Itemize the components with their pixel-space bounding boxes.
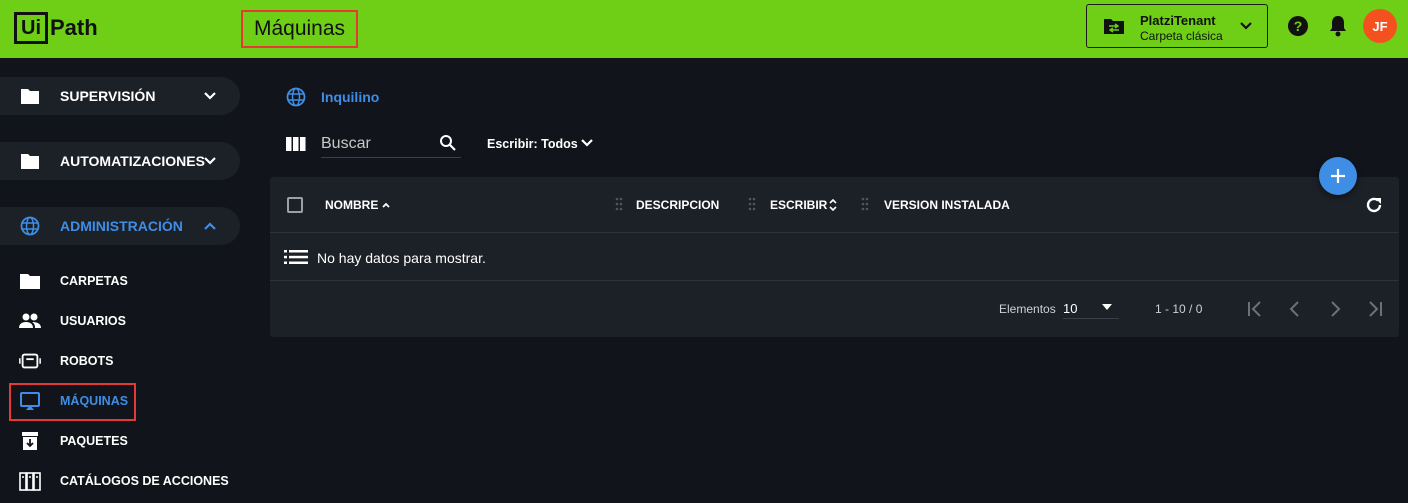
active-item-highlight [9, 383, 136, 421]
sidebar-item-label: CARPETAS [60, 274, 128, 288]
type-filter[interactable]: Escribir: Todos [487, 137, 578, 151]
sidebar-item-action-catalogs[interactable]: CATÁLOGOS DE ACCIONES [0, 466, 240, 496]
package-icon [22, 432, 38, 450]
globe-icon [286, 87, 306, 107]
user-avatar[interactable]: JF [1363, 9, 1397, 43]
sidebar-item-folders[interactable]: CARPETAS [0, 266, 240, 296]
list-icon [284, 250, 308, 264]
sidebar-item-label: ROBOTS [60, 354, 114, 368]
chevron-down-icon[interactable] [578, 134, 596, 152]
sidebar-item-robots[interactable]: ROBOTS [0, 346, 240, 376]
page-title-highlight: Máquinas [241, 10, 358, 48]
users-icon [19, 313, 41, 328]
svg-text:?: ? [1294, 18, 1303, 34]
sidebar-item-label: PAQUETES [60, 434, 128, 448]
notifications-bell-icon[interactable] [1327, 14, 1349, 38]
uipath-logo[interactable]: Ui Path [14, 12, 98, 44]
logo-text: Path [50, 15, 98, 40]
column-header-type[interactable]: ESCRIBIR [770, 198, 827, 212]
nav-section-administration[interactable]: ADMINISTRACIÓN [0, 207, 240, 245]
catalog-icon [19, 472, 41, 491]
page-size-value: 10 [1063, 301, 1078, 316]
page-size-select[interactable]: 10 [1063, 297, 1119, 319]
previous-page-icon[interactable] [1284, 298, 1306, 320]
tenant-name: PlatziTenant [1140, 13, 1216, 28]
page-size-label: Elementos [999, 302, 1056, 316]
folder-icon [21, 89, 39, 104]
chevron-down-icon [204, 92, 216, 100]
dropdown-arrow-icon [1102, 304, 1112, 310]
sort-asc-icon[interactable] [381, 199, 391, 211]
page-range: 1 - 10 / 0 [1155, 302, 1203, 316]
nav-section-label: SUPERVISIÓN [60, 88, 156, 104]
machines-table: NOMBRE DESCRIPCION ESCRIBIR VERSION INST… [270, 177, 1399, 337]
next-page-icon[interactable] [1324, 298, 1346, 320]
last-page-icon[interactable] [1364, 298, 1386, 320]
page-title: Máquinas [253, 17, 346, 40]
columns-icon[interactable] [286, 137, 306, 151]
sidebar-item-users[interactable]: USUARIOS [0, 306, 240, 336]
nav-section-label: ADMINISTRACIÓN [60, 218, 183, 234]
drag-handle-icon[interactable] [748, 196, 756, 212]
breadcrumb-tenant[interactable]: Inquilino [321, 89, 379, 105]
search-field [321, 130, 461, 158]
folder-icon [21, 154, 39, 169]
nav-section-supervision[interactable]: SUPERVISIÓN [0, 77, 240, 115]
top-bar: Ui Path Máquinas PlatziTenant Carpeta cl… [0, 0, 1408, 58]
add-machine-button[interactable] [1319, 157, 1357, 195]
refresh-icon[interactable] [1364, 195, 1384, 215]
logo-box: Ui [14, 12, 48, 44]
sidebar-item-label: CATÁLOGOS DE ACCIONES [60, 474, 229, 488]
chevron-down-icon [204, 157, 216, 165]
search-input[interactable] [321, 132, 431, 156]
folder-icon [20, 274, 40, 289]
help-icon[interactable]: ? [1287, 15, 1309, 37]
empty-state-row: No hay datos para mostrar. [270, 233, 1399, 281]
first-page-icon[interactable] [1244, 298, 1266, 320]
empty-message: No hay datos para mostrar. [317, 250, 486, 266]
chevron-up-icon [204, 222, 216, 230]
column-header-description[interactable]: DESCRIPCION [636, 198, 719, 212]
sidebar-item-label: USUARIOS [60, 314, 126, 328]
tenant-folder: Carpeta clásica [1140, 29, 1223, 43]
search-icon[interactable] [439, 134, 457, 152]
tenant-selector[interactable]: PlatziTenant Carpeta clásica [1086, 4, 1268, 48]
sort-icon[interactable] [828, 199, 838, 211]
select-all-checkbox[interactable] [287, 197, 303, 213]
drag-handle-icon[interactable] [861, 196, 869, 212]
robot-icon [19, 353, 41, 369]
nav-section-automations[interactable]: AUTOMATIZACIONES [0, 142, 240, 180]
column-header-name[interactable]: NOMBRE [325, 198, 378, 212]
sidebar-item-packages[interactable]: PAQUETES [0, 426, 240, 456]
table-header: NOMBRE DESCRIPCION ESCRIBIR VERSION INST… [270, 177, 1399, 233]
globe-icon [20, 216, 40, 236]
column-header-installed-version[interactable]: VERSION INSTALADA [884, 198, 1010, 212]
drag-handle-icon[interactable] [615, 196, 623, 212]
folder-switch-icon [1104, 19, 1124, 34]
plus-icon [1331, 169, 1345, 183]
nav-section-label: AUTOMATIZACIONES [60, 153, 205, 169]
chevron-down-icon [1240, 22, 1252, 30]
